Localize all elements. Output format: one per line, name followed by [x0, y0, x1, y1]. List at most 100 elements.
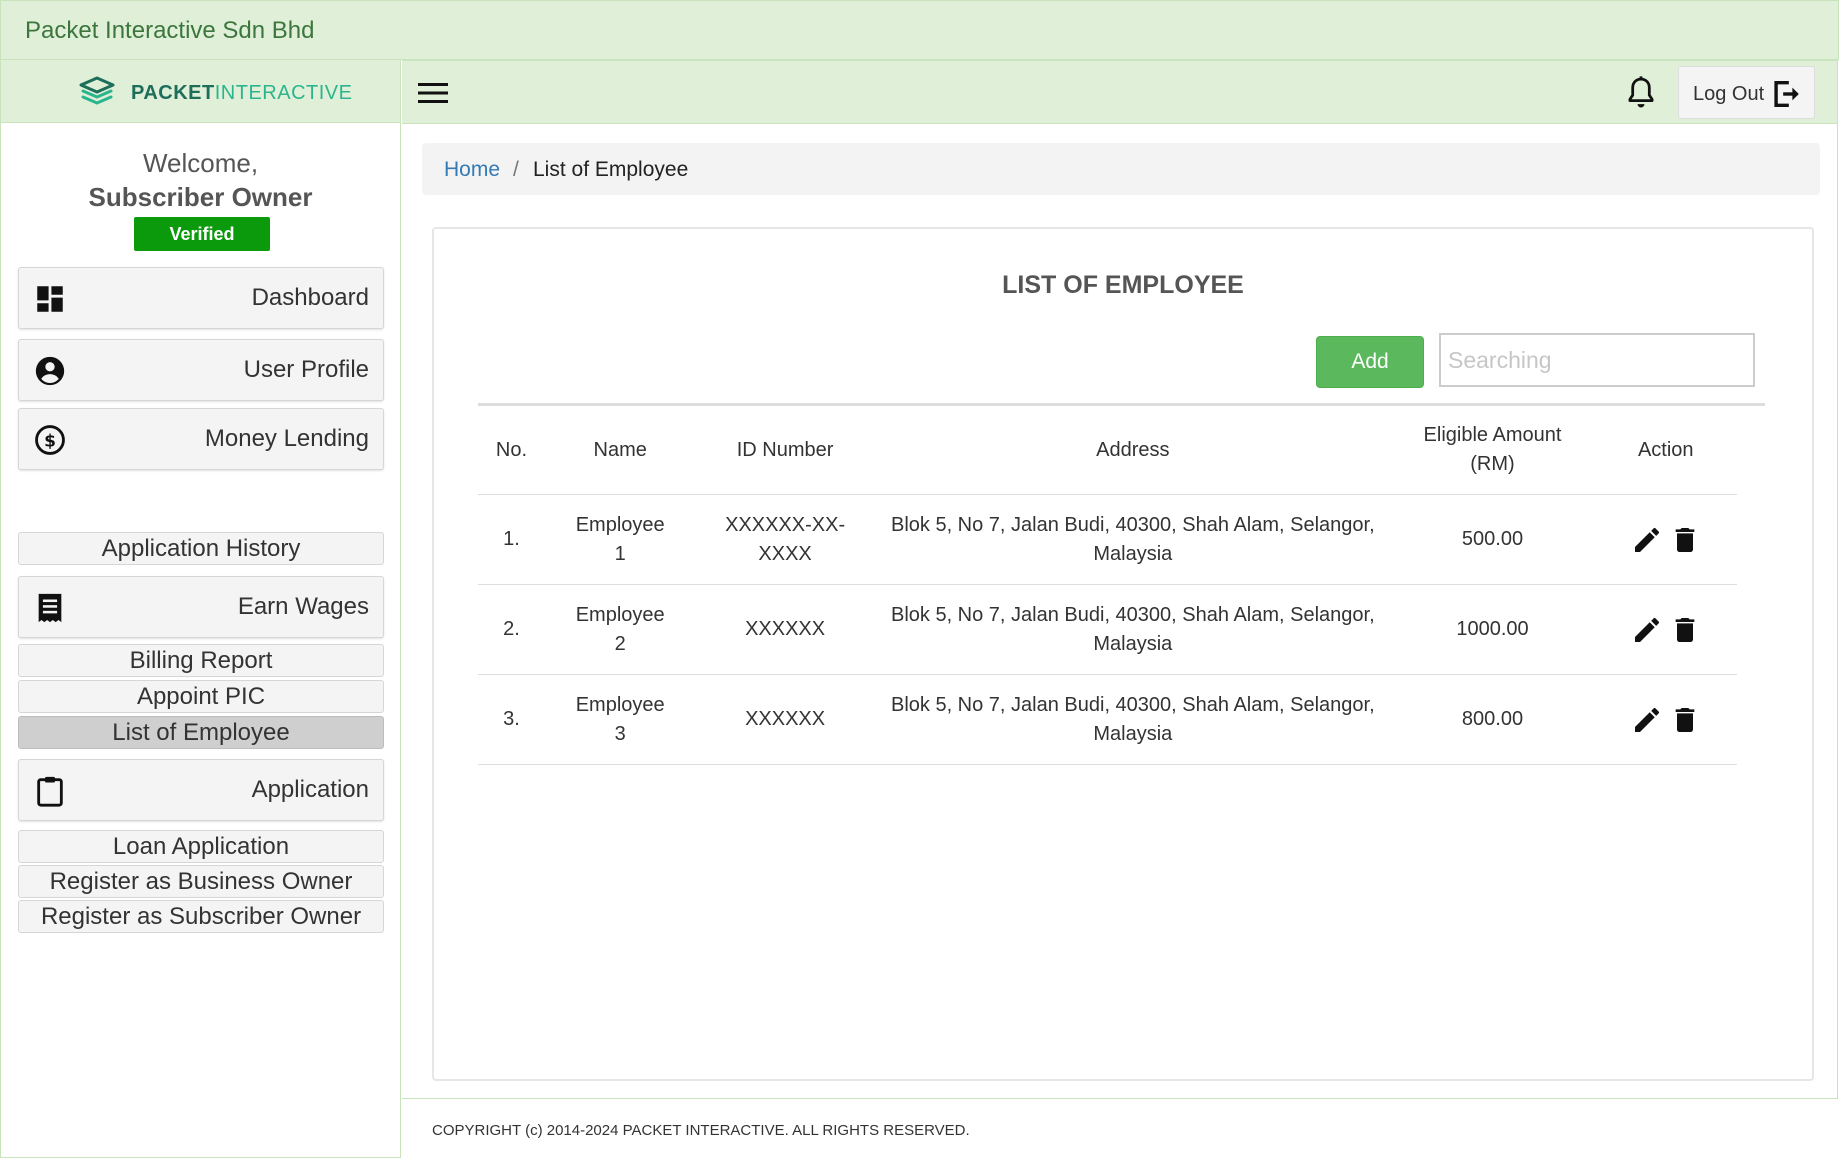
column-header-spacer — [1737, 405, 1765, 495]
breadcrumb-current: List of Employee — [533, 158, 689, 181]
bell-icon[interactable] — [1624, 75, 1658, 111]
brand-name: PACKETINTERACTIVE — [131, 82, 353, 105]
sidebar-item-label: Application — [251, 776, 369, 803]
column-header-action: Action — [1594, 404, 1738, 495]
sidebar-item-billing-report[interactable]: Billing Report — [18, 644, 384, 677]
sidebar: PACKETINTERACTIVE Welcome, Subscriber Ow… — [0, 60, 401, 1158]
cell-name-line1: Employee — [575, 603, 665, 626]
cell-address-line2: Malaysia — [1093, 542, 1173, 565]
cell-no: 3. — [478, 674, 545, 765]
cell-action — [1594, 584, 1738, 675]
search-input[interactable] — [1439, 333, 1755, 387]
table-row: 2. Employee 2 XXXXXX Blok 5, No 7, Jalan … — [478, 584, 1765, 675]
column-header-id-number: ID Number — [695, 404, 875, 495]
logout-icon — [1774, 80, 1799, 108]
cell-address: Blok 5, No 7, Jalan Budi, 40300, Shah Al… — [874, 674, 1391, 765]
cell-spacer — [1737, 495, 1765, 585]
cell-address: Blok 5, No 7, Jalan Budi, 40300, Shah Al… — [874, 584, 1391, 675]
logout-button[interactable]: Log Out — [1678, 66, 1815, 119]
cell-address: Blok 5, No 7, Jalan Budi, 40300, Shah Al… — [874, 494, 1391, 585]
trash-delete-icon[interactable] — [1669, 524, 1701, 556]
cell-amount: 800.00 — [1390, 674, 1595, 765]
clipboard-icon — [37, 776, 63, 807]
receipt-icon — [38, 593, 62, 623]
cell-no: 1. — [478, 494, 545, 585]
cell-name-line1: Employee — [575, 693, 665, 716]
sidebar-item-list-of-employee[interactable]: List of Employee — [18, 716, 384, 749]
cell-id-number: XXXXXX — [695, 674, 875, 765]
cell-address-line2: Malaysia — [1093, 632, 1173, 655]
trash-delete-icon[interactable] — [1669, 614, 1701, 646]
cell-name-line2: 1 — [614, 542, 626, 565]
employee-table: No. Name ID Number Address Eligible Amou… — [478, 403, 1765, 765]
sidebar-item-dashboard[interactable]: Dashboard — [18, 267, 384, 329]
sidebar-item-loan-application[interactable]: Loan Application — [18, 830, 384, 863]
cell-action — [1594, 674, 1738, 765]
sidebar-item-application[interactable]: Application — [18, 759, 384, 821]
sidebar-item-appoint-pic[interactable]: Appoint PIC — [18, 680, 384, 713]
table-header-row: No. Name ID Number Address Eligible Amou… — [478, 404, 1765, 495]
sidebar-item-register-subscriber-owner[interactable]: Register as Subscriber Owner — [18, 900, 384, 933]
logout-label: Log Out — [1693, 83, 1765, 105]
employee-list-card: LIST OF EMPLOYEE Add No. Name ID Number … — [432, 227, 1814, 1081]
cell-name-line2: 3 — [614, 722, 626, 745]
cell-address-line2: Malaysia — [1093, 722, 1173, 745]
dashboard-icon — [37, 286, 63, 312]
sidebar-item-application-history[interactable]: Application History — [18, 532, 384, 565]
column-header-amount-line2: (RM) — [1470, 453, 1515, 475]
brand-bar: PACKETINTERACTIVE — [1, 60, 400, 123]
table-row: 1. Employee 1 XXXXXX-XX- XXXX Blok 5, No 7… — [478, 494, 1765, 585]
sidebar-item-earn-wages[interactable]: Earn Wages — [18, 576, 384, 638]
column-header-no: No. — [478, 404, 545, 495]
column-header-amount-line1: Eligible Amount — [1423, 424, 1562, 446]
column-header-name: Name — [544, 404, 696, 495]
footer-copyright: COPYRIGHT (c) 2014-2024 PACKET INTERACTI… — [432, 1122, 970, 1139]
brand-name-bold: PACKET — [131, 82, 215, 104]
breadcrumb: Home / List of Employee — [422, 143, 1820, 195]
cell-name-line1: Employee — [575, 513, 665, 536]
breadcrumb-separator: / — [513, 158, 519, 181]
layers-logo-icon — [79, 76, 115, 105]
cell-name: Employee 1 — [544, 494, 696, 585]
sidebar-item-label: User Profile — [243, 356, 369, 383]
pencil-edit-icon[interactable] — [1631, 704, 1663, 736]
cell-id-number: XXXXXX — [695, 584, 875, 675]
cell-spacer — [1737, 675, 1765, 765]
cell-id-line1: XXXXXX — [745, 708, 826, 730]
add-employee-button[interactable]: Add — [1316, 336, 1424, 388]
cell-name: Employee 3 — [544, 674, 696, 765]
column-header-address: Address — [874, 404, 1391, 495]
account-circle-icon — [35, 356, 65, 386]
cell-amount: 1000.00 — [1390, 584, 1595, 675]
cell-address-line1: Blok 5, No 7, Jalan Budi, 40300, Shah Al… — [890, 693, 1375, 716]
cell-amount: 500.00 — [1390, 494, 1595, 585]
company-name: Packet Interactive Sdn Bhd — [25, 17, 315, 44]
welcome-text: Welcome, — [142, 148, 259, 178]
column-header-eligible-amount: Eligible Amount (RM) — [1390, 404, 1595, 495]
main-content: Log Out Home / List of Employee LIST OF … — [402, 60, 1838, 1099]
breadcrumb-home-link[interactable]: Home — [444, 158, 500, 182]
cell-id-line1: XXXXXX-XX- — [725, 513, 846, 536]
page-title: LIST OF EMPLOYEE — [1002, 271, 1244, 299]
hamburger-menu-icon[interactable] — [418, 81, 448, 105]
trash-delete-icon[interactable] — [1669, 704, 1701, 736]
pencil-edit-icon[interactable] — [1631, 614, 1663, 646]
pencil-edit-icon[interactable] — [1631, 524, 1663, 556]
dollar-circle-icon: $ — [35, 425, 65, 455]
cell-id-line1: XXXXXX — [745, 618, 826, 640]
cell-address-line1: Blok 5, No 7, Jalan Budi, 40300, Shah Al… — [890, 513, 1375, 536]
sidebar-item-user-profile[interactable]: User Profile — [18, 339, 384, 401]
sidebar-item-money-lending[interactable]: $ Money Lending — [18, 408, 384, 470]
cell-no: 2. — [478, 584, 545, 675]
cell-name: Employee 2 — [544, 584, 696, 675]
cell-id-number: XXXXXX-XX- XXXX — [695, 494, 875, 585]
header-bar: Log Out — [402, 61, 1837, 124]
sidebar-item-label: Dashboard — [251, 284, 369, 311]
cell-id-line2: XXXX — [758, 542, 812, 565]
brand-name-light: INTERACTIVE — [214, 82, 353, 104]
user-name: Subscriber Owner — [88, 182, 313, 212]
cell-spacer — [1737, 585, 1765, 675]
table-row: 3. Employee 3 XXXXXX Blok 5, No 7, Jalan … — [478, 674, 1765, 765]
sidebar-item-register-business-owner[interactable]: Register as Business Owner — [18, 865, 384, 898]
sidebar-item-label: Earn Wages — [237, 593, 369, 620]
